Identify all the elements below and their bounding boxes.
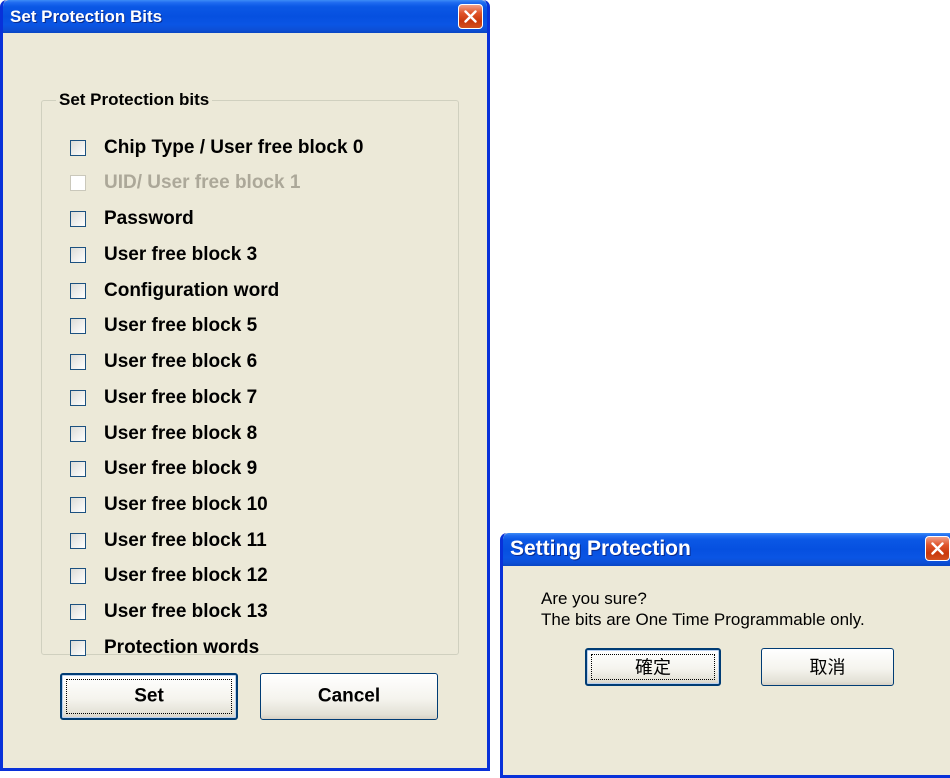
checkbox[interactable] (70, 211, 86, 227)
cancel-button[interactable]: 取消 (761, 648, 894, 686)
checkbox[interactable] (70, 533, 86, 549)
set-button[interactable]: Set (60, 673, 238, 720)
cancel-button-label: 取消 (809, 657, 846, 678)
checkbox[interactable] (70, 390, 86, 406)
checkbox[interactable] (70, 426, 86, 442)
ok-button-label: 確定 (635, 657, 671, 678)
checkbox-label: User free block 5 (104, 315, 258, 336)
dialog-title: Set Protection Bits (10, 7, 163, 26)
checkbox[interactable] (70, 354, 86, 370)
ok-button[interactable]: 確定 (585, 648, 721, 686)
cancel-button[interactable]: Cancel (260, 673, 438, 720)
checkbox[interactable] (70, 568, 86, 584)
set-button-label: Set (134, 685, 164, 707)
checkbox-label: Protection words (104, 637, 260, 658)
checkbox-label: UID/ User free block 1 (104, 172, 301, 193)
checkbox-label: User free block 8 (104, 423, 258, 444)
checkbox (70, 175, 86, 191)
checkbox-label: User free block 12 (104, 565, 268, 586)
close-button[interactable] (458, 4, 483, 29)
checkbox[interactable] (70, 283, 86, 299)
checkbox-label: User free block 6 (104, 351, 258, 372)
checkbox-label: User free block 10 (104, 494, 268, 515)
checkbox[interactable] (70, 497, 86, 513)
checkbox[interactable] (70, 247, 86, 263)
groupbox-label: Set Protection bits (56, 90, 213, 110)
checkbox-label: Password (104, 208, 194, 229)
checkbox[interactable] (70, 318, 86, 334)
checkbox-label: User free block 13 (104, 601, 268, 622)
checkbox-label: User free block 7 (104, 387, 258, 408)
setting-protection-dialog: Setting Protection Are you sure? The bit… (500, 533, 950, 778)
checkbox[interactable] (70, 640, 86, 656)
dialog-title: Setting Protection (510, 537, 691, 560)
title-bar[interactable]: Set Protection Bits (3, 0, 487, 33)
message-line-1: Are you sure? (541, 589, 647, 608)
close-icon (931, 542, 944, 555)
close-button[interactable] (925, 536, 950, 561)
checkbox[interactable] (70, 461, 86, 477)
close-icon (464, 10, 477, 23)
checkbox-label: Configuration word (104, 280, 280, 301)
cancel-button-label: Cancel (317, 685, 381, 707)
checkbox[interactable] (70, 604, 86, 620)
message-line-2: The bits are One Time Programmable only. (541, 610, 865, 629)
checkbox-label: User free block 3 (104, 244, 258, 265)
checkbox-label: User free block 9 (104, 458, 258, 479)
title-bar[interactable]: Setting Protection (503, 533, 950, 566)
checkbox-label: Chip Type / User free block 0 (104, 137, 364, 158)
checkbox[interactable] (70, 140, 86, 156)
checkbox-label: User free block 11 (104, 530, 267, 551)
set-protection-bits-dialog: Set Protection Bits Set Protection bits … (0, 0, 490, 771)
